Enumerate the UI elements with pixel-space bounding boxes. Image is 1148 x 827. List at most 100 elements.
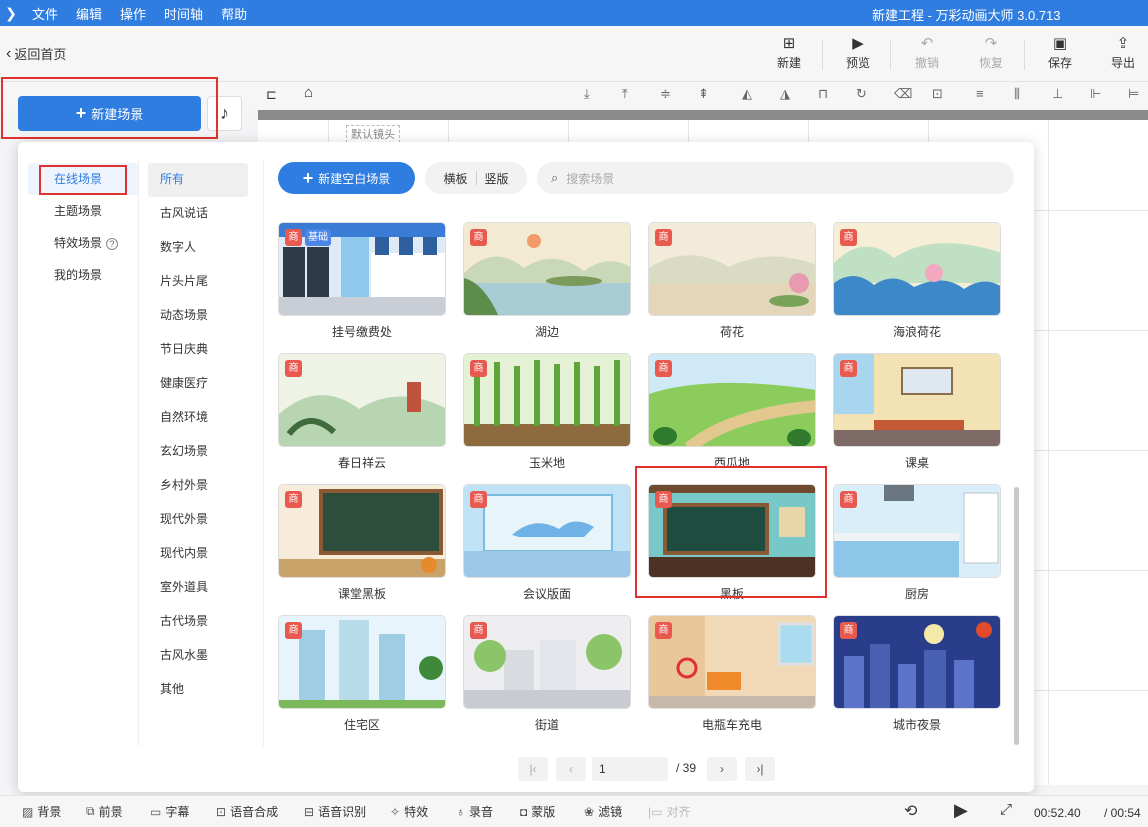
- menu-operate[interactable]: 操作: [120, 4, 146, 23]
- scene-list-scrollbar[interactable]: [1014, 487, 1019, 745]
- scene-thumbnail[interactable]: 商: [648, 615, 816, 709]
- scene-card[interactable]: 商 课堂黑板: [278, 484, 446, 602]
- scene-thumbnail[interactable]: 商: [648, 353, 816, 447]
- subcategory-item[interactable]: 现代外景: [148, 503, 248, 537]
- subcategory-item[interactable]: 古风水墨: [148, 639, 248, 673]
- delete-icon[interactable]: ⌫: [894, 86, 912, 102]
- subcategory-item[interactable]: 古风说话: [148, 197, 248, 231]
- distribute-icon[interactable]: ⇞: [698, 86, 709, 102]
- default-camera-label[interactable]: 默认镜头: [346, 125, 400, 143]
- new-button[interactable]: ⊞ 新建: [767, 34, 811, 71]
- subcategory-item[interactable]: 其他: [148, 673, 248, 707]
- scene-card[interactable]: 商 住宅区: [278, 615, 446, 733]
- scene-card[interactable]: 商 会议版面: [463, 484, 631, 602]
- category-effects[interactable]: 特效场景?: [28, 227, 138, 259]
- scene-search-input[interactable]: ⌕ 搜索场景: [537, 162, 1014, 194]
- screenshot-icon[interactable]: ⊡: [932, 86, 943, 102]
- export-button[interactable]: ⇪ 导出: [1101, 34, 1145, 71]
- scene-card[interactable]: 商 海浪荷花: [833, 222, 1001, 340]
- filter-button[interactable]: ❀ 滤镜: [584, 803, 622, 820]
- background-button[interactable]: ▨ 背景: [22, 803, 61, 820]
- record-button[interactable]: ♁ 录音: [456, 803, 493, 820]
- align-center-v-icon[interactable]: ⫼: [1014, 86, 1020, 102]
- menu-help[interactable]: 帮助: [221, 4, 247, 23]
- redo-button[interactable]: ↷ 恢复: [969, 34, 1013, 71]
- category-mine[interactable]: 我的场景: [28, 259, 138, 291]
- subcategory-item[interactable]: 玄幻场景: [148, 435, 248, 469]
- align-bottom-icon[interactable]: ⤓: [584, 86, 590, 102]
- page-number-input[interactable]: 1: [592, 757, 668, 781]
- category-theme[interactable]: 主题场景: [28, 195, 138, 227]
- scene-thumbnail[interactable]: 商: [278, 615, 446, 709]
- menu-file[interactable]: 文件: [32, 4, 58, 23]
- landscape-option[interactable]: 横板: [435, 170, 475, 187]
- scene-thumbnail[interactable]: 商: [463, 222, 631, 316]
- save-button[interactable]: ▣ 保存: [1038, 34, 1082, 71]
- portrait-option[interactable]: 竖版: [477, 170, 517, 187]
- align-middle-icon[interactable]: ≑: [660, 86, 671, 102]
- menu-timeline[interactable]: 时间轴: [164, 4, 203, 23]
- new-blank-scene-button[interactable]: + 新建空白场景: [278, 162, 415, 194]
- scene-thumbnail[interactable]: 商 基础: [278, 222, 446, 316]
- effects-button[interactable]: ✧ 特效: [390, 803, 428, 820]
- foreground-button[interactable]: ⧉ 前景: [86, 803, 123, 820]
- scene-thumbnail[interactable]: 商: [648, 222, 816, 316]
- scene-thumbnail[interactable]: 商: [278, 484, 446, 578]
- subcategory-item[interactable]: 现代内景: [148, 537, 248, 571]
- scene-card[interactable]: 商 厨房: [833, 484, 1001, 602]
- subcategory-item[interactable]: 乡村外景: [148, 469, 248, 503]
- fullscreen-button[interactable]: ⤢: [1000, 801, 1012, 818]
- align-top-icon[interactable]: ⤒: [622, 86, 628, 102]
- scene-card[interactable]: 商 基础 挂号缴费处: [278, 222, 446, 340]
- subcategory-item[interactable]: 数字人: [148, 231, 248, 265]
- help-icon[interactable]: ?: [106, 238, 119, 250]
- align-baseline-icon[interactable]: ⊥: [1052, 86, 1063, 102]
- lock-icon[interactable]: ⊓: [818, 86, 828, 102]
- back-home-button[interactable]: ‹ 返回首页: [6, 44, 66, 63]
- scene-thumbnail[interactable]: 商: [463, 615, 631, 709]
- subcategory-item[interactable]: 室外道具: [148, 571, 248, 605]
- last-page-button[interactable]: ›|: [745, 757, 775, 781]
- ruler-icon[interactable]: ⊏: [266, 87, 277, 103]
- subcategory-item[interactable]: 古代场景: [148, 605, 248, 639]
- align-center-h-icon[interactable]: ≡: [976, 86, 984, 101]
- next-page-button[interactable]: ›: [707, 757, 737, 781]
- subcategory-item[interactable]: 健康医疗: [148, 367, 248, 401]
- scene-thumbnail[interactable]: 商: [833, 222, 1001, 316]
- scene-card[interactable]: 商 西瓜地: [648, 353, 816, 471]
- scene-card[interactable]: 商 荷花: [648, 222, 816, 340]
- scene-card[interactable]: 商 电瓶车充电: [648, 615, 816, 733]
- replay-button[interactable]: ⟲: [904, 801, 917, 821]
- undo-button[interactable]: ↶ 撤销: [905, 34, 949, 71]
- align-button[interactable]: |▭ 对齐: [648, 803, 690, 820]
- subcategory-item[interactable]: 自然环境: [148, 401, 248, 435]
- prev-page-button[interactable]: ‹: [556, 757, 586, 781]
- align-right-icon[interactable]: ⊨: [1128, 86, 1139, 102]
- scene-card[interactable]: 商 湖边: [463, 222, 631, 340]
- scene-card[interactable]: 商 课桌: [833, 353, 1001, 471]
- asr-button[interactable]: ⊟ 语音识别: [304, 803, 366, 820]
- home-icon[interactable]: ⌂: [304, 84, 313, 101]
- flip-vertical-icon[interactable]: ◮: [780, 86, 790, 102]
- first-page-button[interactable]: |‹: [518, 757, 548, 781]
- rotate-icon[interactable]: ↻: [856, 86, 867, 102]
- scene-thumbnail[interactable]: 商: [833, 353, 1001, 447]
- scene-thumbnail[interactable]: 商: [463, 353, 631, 447]
- scene-card[interactable]: 商 春日祥云: [278, 353, 446, 471]
- scene-card[interactable]: 商 玉米地: [463, 353, 631, 471]
- menu-edit[interactable]: 编辑: [76, 4, 102, 23]
- scene-thumbnail[interactable]: 商: [833, 484, 1001, 578]
- align-left-icon[interactable]: ⊩: [1090, 86, 1101, 102]
- preview-button[interactable]: ▶ 预览: [836, 34, 880, 71]
- subtitle-button[interactable]: ▭ 字幕: [150, 803, 189, 820]
- mask-button[interactable]: ◘ 蒙版: [520, 803, 555, 820]
- scene-thumbnail[interactable]: 商: [278, 353, 446, 447]
- flip-horizontal-icon[interactable]: ◭: [742, 86, 752, 102]
- scene-thumbnail[interactable]: 商: [833, 615, 1001, 709]
- subcategory-item[interactable]: 节日庆典: [148, 333, 248, 367]
- scene-card[interactable]: 商 城市夜景: [833, 615, 1001, 733]
- play-button[interactable]: ▶: [954, 800, 968, 821]
- scene-card[interactable]: 商 街道: [463, 615, 631, 733]
- scene-thumbnail[interactable]: 商: [463, 484, 631, 578]
- subcategory-all[interactable]: 所有: [148, 163, 248, 197]
